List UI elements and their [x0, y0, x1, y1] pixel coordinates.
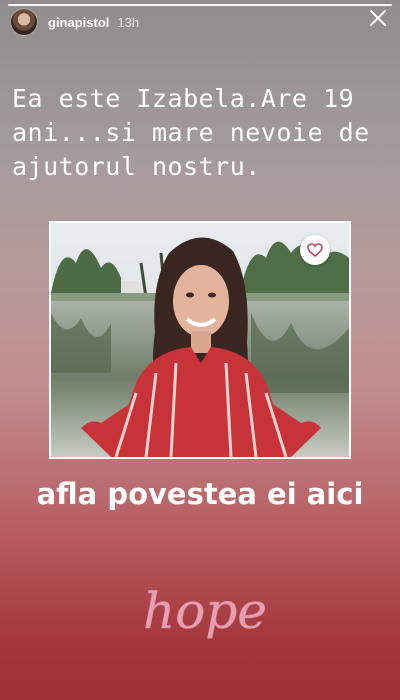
close-icon — [370, 10, 386, 26]
like-sticker-button[interactable] — [300, 235, 330, 265]
post-time: 13h — [117, 14, 140, 30]
story-header: ginapistol 13h — [0, 4, 400, 40]
username[interactable]: ginapistol — [48, 15, 109, 30]
close-button[interactable] — [366, 6, 390, 30]
cta-text: afla povestea ei aici — [36, 477, 364, 511]
hope-sticker-text: hope — [143, 582, 267, 640]
story-headline: Ea este Izabela.Are 19 ani...si mare nev… — [12, 84, 370, 181]
hope-sticker: hope — [143, 582, 268, 641]
heart-icon — [307, 243, 323, 257]
avatar[interactable] — [10, 8, 38, 36]
